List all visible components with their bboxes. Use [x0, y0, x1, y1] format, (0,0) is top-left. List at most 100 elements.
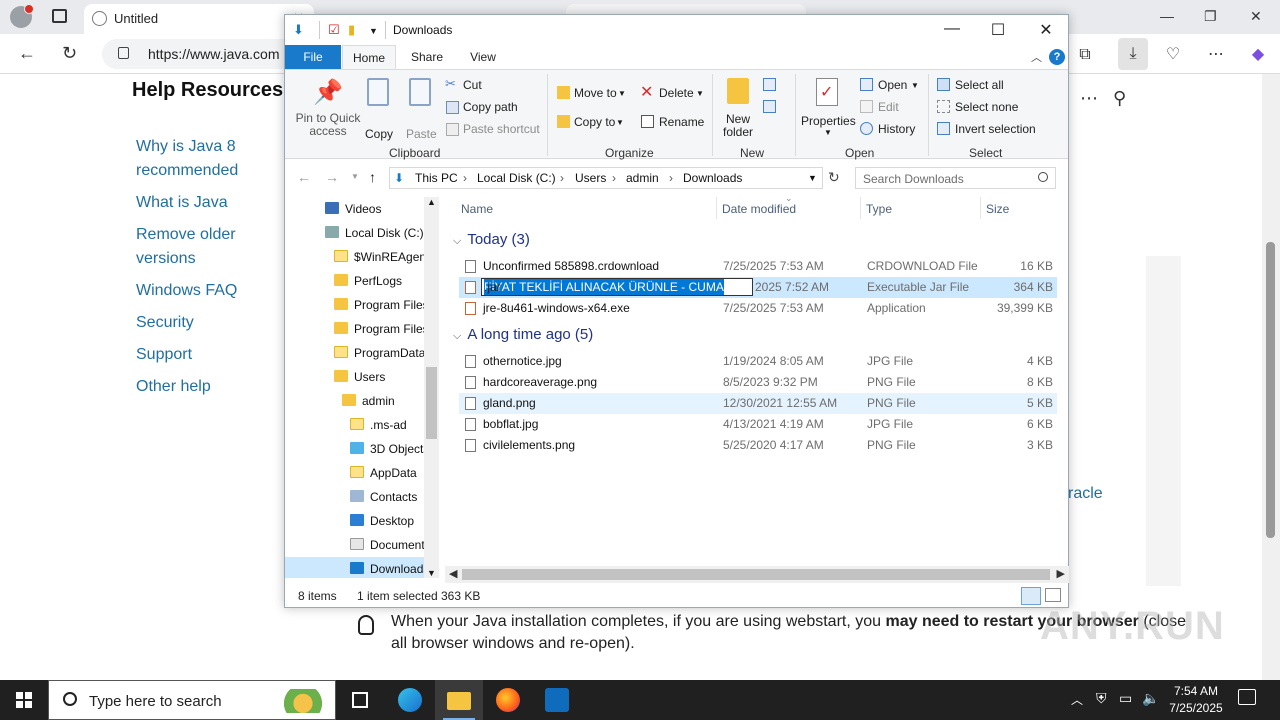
browser-tab-untitled[interactable]: Untitled ✕	[84, 4, 314, 34]
move-to-dropdown-icon[interactable]: ▼	[618, 89, 626, 98]
help-icon[interactable]: ?	[1049, 49, 1065, 65]
hscroll-thumb[interactable]	[462, 569, 1050, 580]
edit-button[interactable]: Edit	[878, 100, 899, 114]
link-why-java-8[interactable]: Why is Java 8 recommended	[136, 135, 266, 183]
pin-to-quick-access-button[interactable]: Pin to Quick access	[291, 112, 365, 138]
column-name[interactable]: Name	[461, 202, 493, 216]
notifications-icon[interactable]	[1238, 689, 1256, 705]
nav-scrollbar-thumb[interactable]	[426, 367, 437, 439]
tab-share[interactable]: Share	[402, 45, 452, 69]
file-row[interactable]: hardcoreaverage.png 8/5/2023 9:32 PM PNG…	[459, 372, 1057, 393]
explorer-maximize-icon[interactable]: ☐	[975, 20, 1021, 40]
taskbar-edge[interactable]	[386, 680, 434, 720]
volume-icon[interactable]: 🔈	[1142, 690, 1159, 707]
url-text[interactable]: https://www.java.com	[148, 46, 280, 62]
column-type[interactable]: Type	[866, 202, 892, 216]
start-button[interactable]	[0, 680, 48, 720]
page-scrollbar[interactable]	[1262, 74, 1280, 680]
explorer-forward-icon[interactable]: →	[325, 169, 339, 185]
file-list-hscrollbar[interactable]: ◀ ▶	[445, 566, 1069, 583]
close-window-icon[interactable]: ✕	[1250, 8, 1262, 25]
restore-icon[interactable]: ❐	[1204, 8, 1217, 25]
more-options-icon[interactable]: ⋯	[1206, 45, 1226, 65]
oracle-link[interactable]: racle	[1068, 485, 1103, 503]
explorer-close-icon[interactable]: ✕	[1023, 20, 1069, 40]
easy-access-icon[interactable]	[763, 100, 776, 113]
file-row[interactable]: jre-8u461-windows-x64.exe 7/25/2025 7:53…	[459, 298, 1057, 319]
path-dropdown-icon[interactable]: ▼	[808, 173, 817, 183]
large-icons-view-icon[interactable]	[1045, 588, 1061, 602]
tab-view[interactable]: View	[458, 45, 508, 69]
lock-icon[interactable]	[118, 47, 129, 59]
delete-dropdown-icon[interactable]: ▼	[696, 89, 704, 98]
scroll-right-icon[interactable]: ▶	[1057, 567, 1065, 580]
profile-avatar-icon[interactable]	[10, 4, 34, 28]
group-header-long-ago[interactable]: ⌵ A long time ago (5)	[453, 326, 593, 343]
copy-path-button[interactable]: Copy path	[463, 100, 518, 114]
file-row[interactable]: othernotice.jpg 1/19/2024 8:05 AM JPG Fi…	[459, 351, 1057, 372]
customize-qa-chevron-icon[interactable]: ▼	[369, 26, 378, 36]
file-row-selected[interactable]: FİYAT TEKLİFİ ALINACAK ÜRÜNLE - CUMA .jar…	[459, 277, 1057, 298]
new-folder-button[interactable]: New folder	[717, 113, 759, 139]
reload-icon[interactable]: ↻	[62, 43, 77, 64]
link-support[interactable]: Support	[136, 343, 266, 367]
paste-button[interactable]: Paste	[406, 127, 437, 141]
refresh-icon[interactable]: ↻	[828, 169, 840, 186]
column-date-modified[interactable]: Date modified	[722, 202, 796, 216]
select-none-button[interactable]: Select none	[955, 100, 1018, 114]
collapse-ribbon-icon[interactable]: ︿	[1031, 49, 1042, 65]
open-dropdown-icon[interactable]: ▼	[911, 81, 919, 90]
link-security[interactable]: Security	[136, 311, 266, 335]
history-button[interactable]: History	[878, 122, 915, 136]
back-arrow-icon[interactable]: ←	[18, 43, 36, 64]
move-to-button[interactable]: Move to	[574, 86, 617, 100]
column-divider[interactable]	[860, 197, 861, 219]
column-size[interactable]: Size	[986, 202, 1009, 216]
search-placeholder[interactable]: Search Downloads	[863, 172, 964, 186]
file-row[interactable]: civilelements.png 5/25/2020 4:17 AM PNG …	[459, 435, 1057, 456]
downloads-icon[interactable]: ⤓	[1118, 38, 1148, 70]
invert-selection-button[interactable]: Invert selection	[955, 122, 1036, 136]
scroll-up-icon[interactable]: ▲	[427, 197, 436, 207]
file-row[interactable]: bobflat.jpg 4/13/2021 4:19 AM JPG File 6…	[459, 414, 1057, 435]
up-folder-icon[interactable]: ↑	[369, 169, 376, 185]
nav-item-downloads[interactable]: Downloads	[285, 557, 429, 578]
file-row[interactable]: Unconfirmed 585898.crdownload 7/25/2025 …	[459, 256, 1057, 277]
link-what-is-java[interactable]: What is Java	[136, 191, 266, 215]
collections-icon[interactable]: ⧉	[1075, 45, 1095, 65]
breadcrumb-admin[interactable]: admin	[626, 171, 659, 185]
properties-qa-icon[interactable]: ☑	[328, 22, 340, 38]
taskbar-search-box[interactable]: Type here to search	[48, 680, 336, 720]
quick-access-download-icon[interactable]: ⬇	[293, 22, 304, 38]
network-icon[interactable]: ▭	[1119, 690, 1132, 707]
explorer-back-icon[interactable]: ←	[297, 169, 311, 185]
copy-button[interactable]: Copy	[365, 127, 393, 141]
copilot-icon[interactable]: ◆	[1248, 45, 1268, 65]
paste-shortcut-button[interactable]: Paste shortcut	[463, 122, 540, 136]
open-button[interactable]: Open	[878, 78, 907, 92]
properties-dropdown-icon[interactable]: ▼	[824, 128, 832, 137]
rename-input[interactable]: FİYAT TEKLİFİ ALINACAK ÜRÜNLE - CUMA .jar	[481, 278, 753, 296]
rename-button[interactable]: Rename	[659, 115, 704, 129]
group-header-today[interactable]: ⌵ Today (3)	[453, 231, 530, 248]
column-divider[interactable]	[980, 197, 981, 219]
tab-home[interactable]: Home	[342, 45, 396, 69]
column-divider[interactable]	[716, 197, 717, 219]
link-windows-faq[interactable]: Windows FAQ	[136, 279, 266, 303]
properties-button[interactable]: Properties	[801, 114, 856, 128]
cut-button[interactable]: Cut	[463, 78, 482, 92]
scroll-left-icon[interactable]: ◀	[449, 567, 457, 580]
delete-button[interactable]: Delete	[659, 86, 694, 100]
explorer-search-box[interactable]: Search Downloads	[855, 167, 1056, 189]
new-item-icon[interactable]	[763, 78, 776, 91]
explorer-minimize-icon[interactable]: —	[929, 20, 975, 38]
page-more-icon[interactable]: ⋯	[1080, 88, 1098, 109]
page-scrollbar-thumb[interactable]	[1266, 242, 1275, 538]
nav-pane-scrollbar[interactable]: ▲ ▼	[424, 197, 439, 578]
taskbar-file-explorer[interactable]	[435, 680, 483, 720]
breadcrumb-this-pc[interactable]: This PC	[415, 171, 458, 185]
taskbar-clock[interactable]: 7:54 AM 7/25/2025	[1158, 683, 1234, 717]
search-icon[interactable]	[1038, 172, 1048, 182]
copy-to-dropdown-icon[interactable]: ▼	[616, 118, 624, 127]
tab-actions-icon[interactable]	[52, 9, 67, 23]
